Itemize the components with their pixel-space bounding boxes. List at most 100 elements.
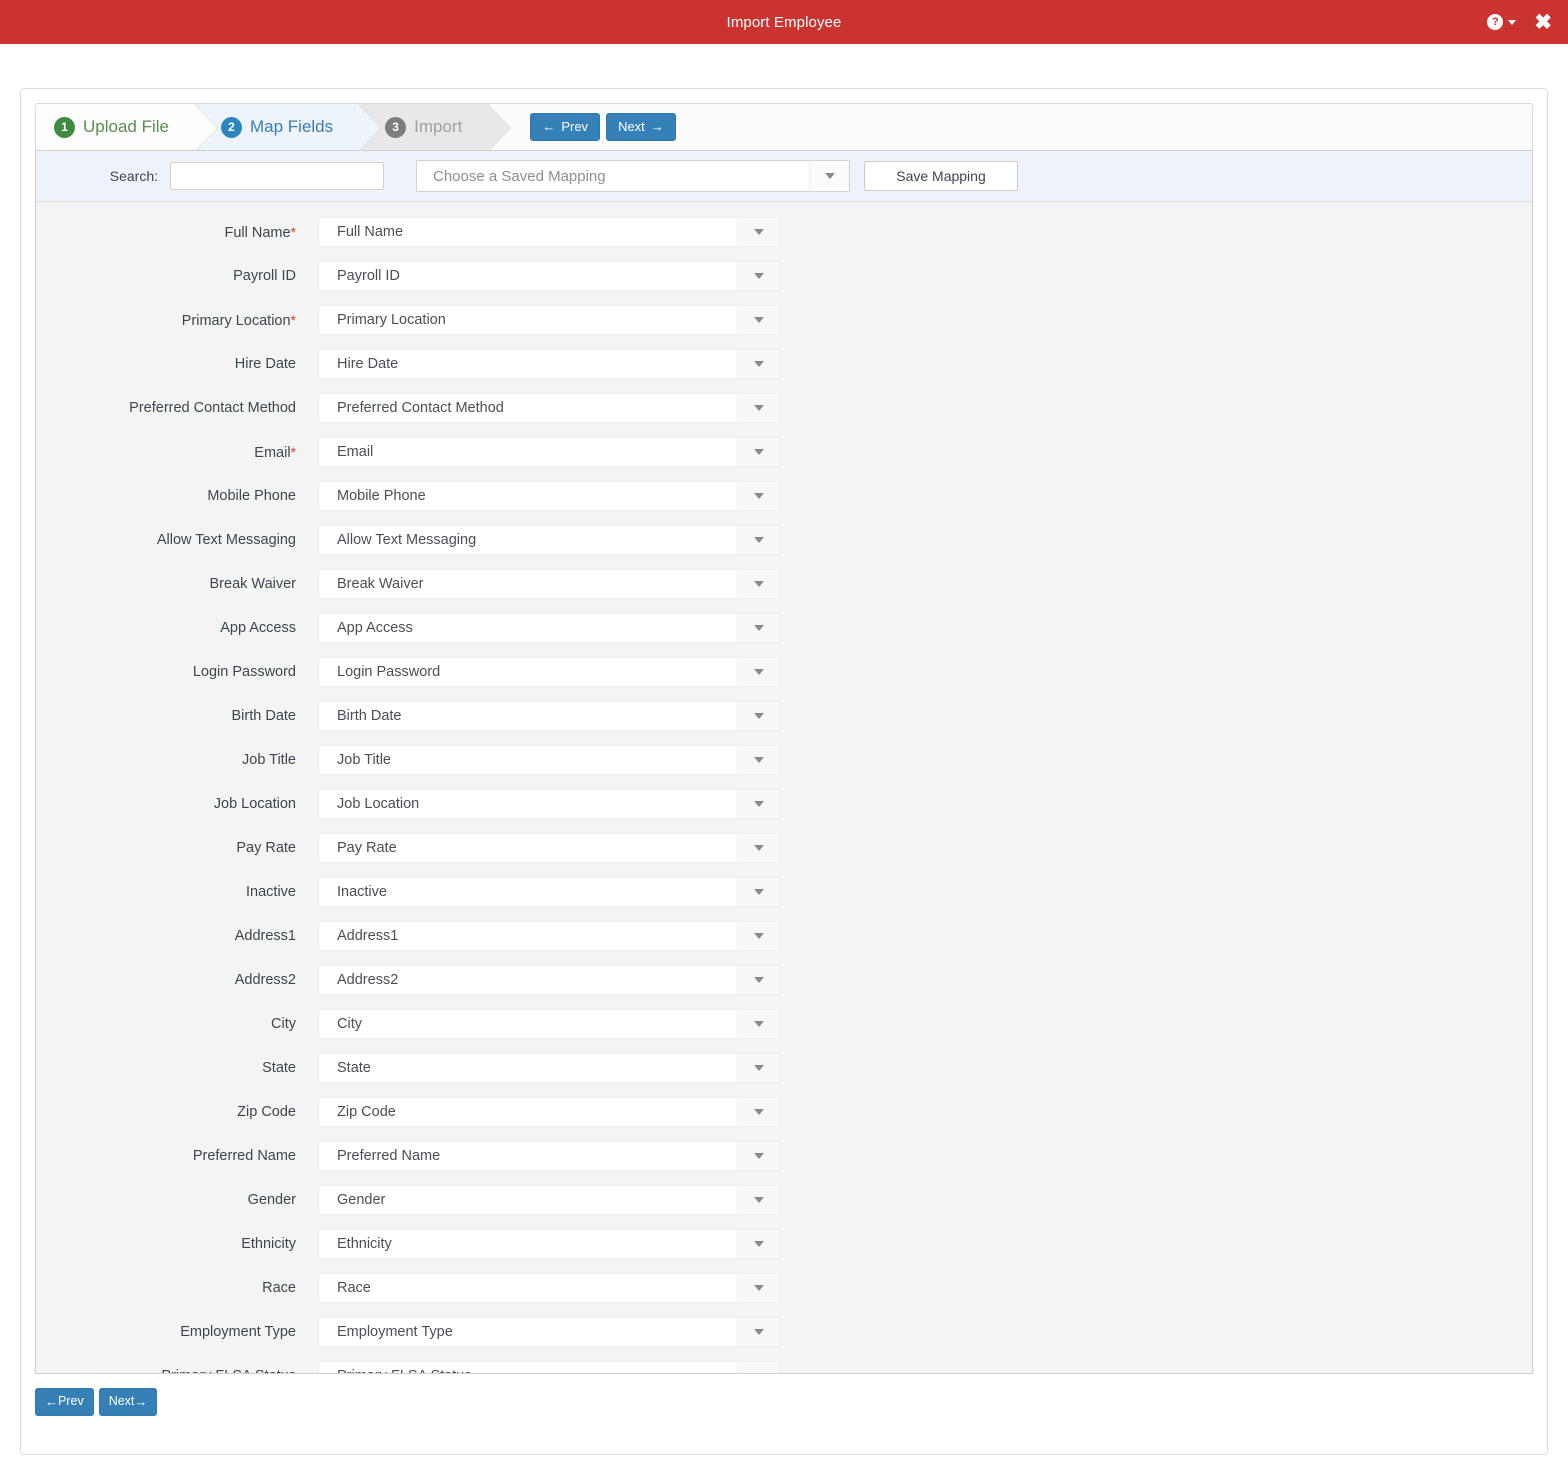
field-mapping-select[interactable]: Email bbox=[318, 437, 780, 467]
arrow-left-icon: ← bbox=[542, 119, 556, 135]
search-input[interactable] bbox=[170, 162, 384, 190]
saved-mapping-dropdown-arrow[interactable] bbox=[809, 161, 849, 191]
field-mapping-row: App Access App Access bbox=[36, 606, 1532, 650]
wizard-step-bar: 1 Upload File 2 Map Fields 3 Import ← Pr… bbox=[35, 103, 1533, 150]
field-mapping-select[interactable]: State bbox=[318, 1053, 780, 1083]
field-dropdown-arrow[interactable] bbox=[737, 350, 779, 378]
wizard-step-upload-file[interactable]: 1 Upload File bbox=[36, 104, 218, 150]
field-mapping-select[interactable]: City bbox=[318, 1009, 780, 1039]
next-button-bottom[interactable]: Next → bbox=[98, 1388, 158, 1416]
field-label-text: Job Location bbox=[213, 796, 296, 812]
field-dropdown-arrow[interactable] bbox=[737, 218, 779, 246]
field-label-text: Preferred Contact Method bbox=[129, 400, 296, 416]
field-mapping-select[interactable]: Address2 bbox=[318, 965, 780, 995]
field-mapping-value: App Access bbox=[319, 614, 737, 642]
field-dropdown-arrow[interactable] bbox=[737, 1318, 779, 1346]
field-dropdown-arrow[interactable] bbox=[737, 790, 779, 818]
help-menu-button[interactable]: ? bbox=[1487, 14, 1517, 30]
field-mapping-row: Primary FLSA StatusPrimary FLSA Status bbox=[36, 1354, 1532, 1373]
field-mapping-select[interactable]: Employment Type bbox=[318, 1317, 780, 1347]
field-dropdown-arrow[interactable] bbox=[737, 1230, 779, 1258]
field-dropdown-arrow[interactable] bbox=[737, 746, 779, 774]
field-dropdown-arrow[interactable] bbox=[737, 482, 779, 510]
field-dropdown-arrow[interactable] bbox=[737, 922, 779, 950]
field-label: Allow Text Messaging bbox=[36, 532, 318, 548]
field-mapping-value: Primary FLSA Status bbox=[319, 1362, 737, 1373]
field-label: Break Waiver bbox=[36, 576, 318, 592]
field-dropdown-arrow[interactable] bbox=[737, 1010, 779, 1038]
field-dropdown-arrow[interactable] bbox=[737, 1142, 779, 1170]
field-mapping-select[interactable]: Inactive bbox=[318, 877, 780, 907]
field-mapping-select[interactable]: Break Waiver bbox=[318, 569, 780, 599]
field-mapping-value: Hire Date bbox=[319, 350, 737, 378]
next-button-top[interactable]: Next → bbox=[606, 112, 676, 142]
saved-mapping-select[interactable]: Choose a Saved Mapping bbox=[416, 160, 850, 192]
field-dropdown-arrow[interactable] bbox=[737, 1274, 779, 1302]
field-mapping-select[interactable]: Zip Code bbox=[318, 1097, 780, 1127]
field-dropdown-arrow[interactable] bbox=[737, 658, 779, 686]
field-mapping-select[interactable]: Primary FLSA Status bbox=[318, 1361, 780, 1373]
field-mapping-select[interactable]: App Access bbox=[318, 613, 780, 643]
field-mapping-select[interactable]: Hire Date bbox=[318, 349, 780, 379]
prev-button-top-label: Prev bbox=[561, 118, 589, 134]
field-label-text: Allow Text Messaging bbox=[156, 532, 296, 548]
field-dropdown-arrow[interactable] bbox=[737, 834, 779, 862]
chevron-down-icon bbox=[753, 1065, 764, 1071]
field-dropdown-arrow[interactable] bbox=[737, 262, 779, 290]
field-mapping-select[interactable]: Job Location bbox=[318, 789, 780, 819]
field-label: Preferred Name bbox=[36, 1148, 318, 1164]
field-mapping-select[interactable]: Payroll ID bbox=[318, 261, 780, 291]
field-mapping-select[interactable]: Race bbox=[318, 1273, 780, 1303]
field-mapping-select[interactable]: Address1 bbox=[318, 921, 780, 951]
field-label-text: Address2 bbox=[234, 972, 296, 988]
field-dropdown-arrow[interactable] bbox=[737, 306, 779, 334]
field-dropdown-arrow[interactable] bbox=[737, 438, 779, 466]
next-button-top-label: Next bbox=[618, 118, 645, 134]
chevron-down-icon bbox=[753, 757, 764, 763]
field-label: Full Name* bbox=[36, 224, 318, 241]
field-dropdown-arrow[interactable] bbox=[737, 1362, 779, 1373]
bottom-nav-buttons: ← Prev Next → bbox=[35, 1374, 1533, 1416]
field-label-text: Break Waiver bbox=[209, 576, 296, 592]
field-mapping-value: Preferred Name bbox=[319, 1142, 737, 1170]
wizard-step-map-fields[interactable]: 2 Map Fields bbox=[195, 104, 383, 150]
field-mapping-select[interactable]: Birth Date bbox=[318, 701, 780, 731]
search-label: Search: bbox=[109, 168, 158, 184]
field-dropdown-arrow[interactable] bbox=[737, 878, 779, 906]
field-dropdown-arrow[interactable] bbox=[737, 394, 779, 422]
field-mapping-value: Login Password bbox=[319, 658, 737, 686]
field-mapping-select[interactable]: Job Title bbox=[318, 745, 780, 775]
field-dropdown-arrow[interactable] bbox=[737, 702, 779, 730]
save-mapping-button[interactable]: Save Mapping bbox=[864, 161, 1018, 191]
field-dropdown-arrow[interactable] bbox=[737, 526, 779, 554]
field-mapping-select[interactable]: Full Name bbox=[318, 217, 780, 247]
field-dropdown-arrow[interactable] bbox=[737, 1098, 779, 1126]
field-label: Address1 bbox=[36, 928, 318, 944]
field-mapping-select[interactable]: Gender bbox=[318, 1185, 780, 1215]
close-icon[interactable]: ✖ bbox=[1532, 12, 1554, 33]
field-mapping-value: Employment Type bbox=[319, 1318, 737, 1346]
field-mapping-select[interactable]: Primary Location bbox=[318, 305, 780, 335]
prev-button-bottom[interactable]: ← Prev bbox=[35, 1388, 94, 1416]
field-mapping-select[interactable]: Allow Text Messaging bbox=[318, 525, 780, 555]
field-mapping-select[interactable]: Ethnicity bbox=[318, 1229, 780, 1259]
step-label-upload-file: Upload File bbox=[83, 117, 169, 136]
chevron-down-icon bbox=[753, 801, 764, 807]
field-mapping-select[interactable]: Pay Rate bbox=[318, 833, 780, 863]
field-label-text: Email bbox=[254, 444, 291, 461]
prev-button-top[interactable]: ← Prev bbox=[530, 112, 601, 142]
field-mapping-select[interactable]: Login Password bbox=[318, 657, 780, 687]
field-dropdown-arrow[interactable] bbox=[737, 1186, 779, 1214]
field-mapping-select[interactable]: Mobile Phone bbox=[318, 481, 780, 511]
field-mapping-select[interactable]: Preferred Contact Method bbox=[318, 393, 780, 423]
chevron-down-icon bbox=[753, 361, 764, 367]
chevron-down-icon bbox=[753, 625, 764, 631]
field-dropdown-arrow[interactable] bbox=[737, 1054, 779, 1082]
field-dropdown-arrow[interactable] bbox=[737, 614, 779, 642]
field-mapping-select[interactable]: Preferred Name bbox=[318, 1141, 780, 1171]
chevron-down-icon bbox=[1508, 19, 1517, 25]
field-dropdown-arrow[interactable] bbox=[737, 966, 779, 994]
field-dropdown-arrow[interactable] bbox=[737, 570, 779, 598]
arrow-right-icon: → bbox=[134, 1394, 148, 1410]
field-label: Ethnicity bbox=[36, 1236, 318, 1252]
